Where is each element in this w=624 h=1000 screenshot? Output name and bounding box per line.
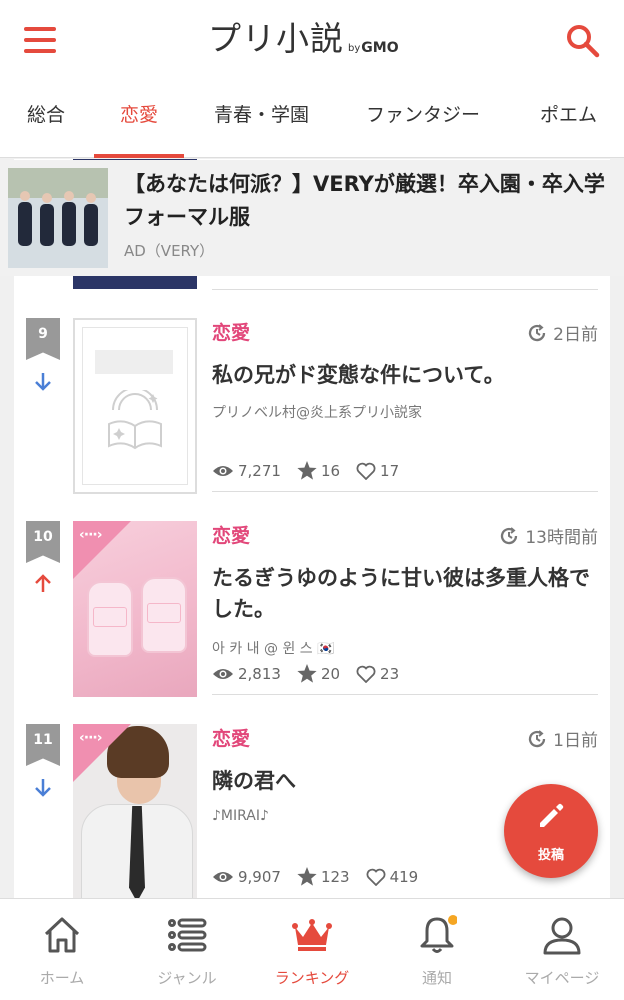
logo-brand: GMO — [361, 40, 399, 56]
novel-stats: 7,271 16 17 — [212, 461, 415, 480]
ad-image — [8, 168, 108, 268]
logo-by: by — [348, 43, 361, 54]
bottom-nav: ホーム ジャンル ランキング 通知 マイページ — [0, 898, 624, 1000]
star-icon — [297, 867, 317, 886]
views-stat: 2,813 — [212, 665, 281, 683]
stars-stat: 20 — [297, 664, 340, 683]
tab-poem[interactable]: ポエム — [540, 82, 597, 158]
tab-youth-school[interactable]: 青春・学園 — [214, 82, 309, 158]
tab-romance[interactable]: 恋愛 — [93, 82, 185, 158]
nav-mypage[interactable]: マイページ — [500, 899, 624, 1000]
tab-overall[interactable]: 総合 — [27, 82, 65, 158]
tab-fantasy[interactable]: ファンタジー — [366, 82, 480, 158]
list-item[interactable]: 9 恋愛 2日前 私の兄がド変態な件について。 プリノベル村@炎上系プリ小説家 … — [14, 318, 610, 522]
views-stat: 7,271 — [212, 462, 281, 480]
time-text: 2日前 — [553, 325, 598, 345]
views-stat: 9,907 — [212, 868, 281, 886]
star-icon — [297, 461, 317, 480]
clock-icon — [501, 526, 518, 544]
rank-badge: 10 — [26, 521, 60, 563]
search-icon[interactable] — [566, 24, 600, 58]
novel-cover: ‹···› — [73, 724, 197, 899]
author-name: プリノベル村@炎上系プリ小説家 — [212, 405, 422, 421]
ad-title: 【あなたは何派？】VERYが厳選！卒入園・卒入学フォーマル服 — [124, 172, 605, 229]
eye-icon — [213, 465, 233, 476]
nav-home[interactable]: ホーム — [0, 899, 124, 1000]
list-icon — [168, 918, 207, 952]
novel-title: 私の兄がド変態な件について。 — [212, 363, 505, 387]
genre-label: 恋愛 — [212, 322, 251, 344]
updated-time: 13時間前 — [499, 523, 598, 548]
novel-stats: 2,813 20 23 — [212, 664, 415, 683]
rank-badge: 11 — [26, 724, 60, 766]
genre-label: 恋愛 — [212, 728, 251, 750]
novel-stats: 9,907 123 419 — [212, 867, 434, 886]
heart-icon — [356, 462, 376, 480]
likes-stat: 17 — [356, 462, 399, 480]
star-icon — [297, 664, 317, 683]
eye-icon — [213, 871, 233, 882]
author-name: 아 카 내 @ 윈 스 🇰🇷 — [212, 641, 335, 657]
rank-up-icon — [35, 574, 51, 592]
corner-tag-icon: ‹···› — [79, 527, 102, 543]
user-icon — [543, 917, 581, 955]
time-text: 1日前 — [553, 731, 598, 751]
logo-text: プリ小説 — [208, 19, 344, 58]
bell-icon — [420, 915, 457, 953]
app-logo[interactable]: プリ小説 by GMO — [208, 19, 399, 60]
eye-icon — [213, 668, 233, 679]
rank-down-icon — [35, 373, 51, 391]
nav-genre[interactable]: ジャンル — [125, 899, 249, 1000]
rank-badge: 9 — [26, 318, 60, 360]
list-item[interactable]: 10 ‹···› 恋愛 13時間前 たるぎうゆのように甘い彼は多重人格でした。 … — [14, 521, 610, 725]
genre-label: 恋愛 — [212, 525, 251, 547]
time-text: 13時間前 — [525, 528, 598, 548]
rank-down-icon — [35, 779, 51, 797]
novel-title: たるぎうゆのように甘い彼は多重人格でした。 — [212, 566, 590, 621]
corner-tag-icon: ‹···› — [79, 730, 102, 746]
home-icon — [44, 917, 80, 953]
post-label: 投稿 — [537, 848, 564, 863]
nav-notifications[interactable]: 通知 — [375, 899, 499, 1000]
clock-icon — [529, 323, 546, 341]
app-header: プリ小説 by GMO — [0, 0, 624, 82]
genre-tabs: 総合 恋愛 青春・学園 ファンタジー ポエム — [0, 82, 624, 158]
heart-icon — [366, 868, 386, 886]
clock-icon — [529, 729, 546, 747]
pencil-icon — [540, 803, 564, 827]
stars-stat: 16 — [297, 461, 340, 480]
menu-icon[interactable] — [24, 27, 56, 53]
updated-time: 2日前 — [527, 320, 598, 345]
nav-ranking[interactable]: ランキング — [250, 899, 374, 1000]
novel-cover: ‹···› — [73, 521, 197, 697]
novel-cover — [73, 318, 197, 494]
updated-time: 1日前 — [527, 726, 598, 751]
likes-stat: 23 — [356, 665, 399, 683]
stars-stat: 123 — [297, 867, 350, 886]
book-placeholder-icon — [108, 390, 162, 450]
ad-banner[interactable]: 【あなたは何派？】VERYが厳選！卒入園・卒入学フォーマル服 AD（VERY） — [0, 160, 624, 276]
post-button[interactable]: 投稿 — [504, 784, 598, 878]
crown-icon — [292, 919, 332, 951]
heart-icon — [356, 665, 376, 683]
ad-source: AD（VERY） — [124, 242, 215, 260]
author-name: ♪MIRAI♪ — [212, 808, 269, 824]
likes-stat: 419 — [366, 868, 418, 886]
